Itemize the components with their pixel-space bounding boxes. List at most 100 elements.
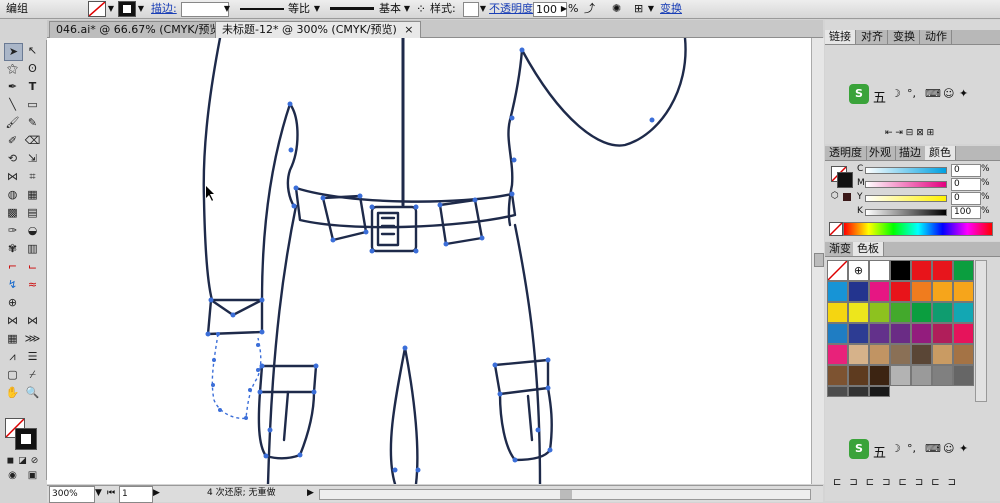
swatch-17[interactable]	[932, 302, 953, 323]
crop-area-tool-icon[interactable]: ▢	[4, 367, 21, 383]
color-none-box[interactable]	[829, 222, 843, 236]
swatch-panel-buttons[interactable]: ⊏⊐⊏⊐⊏⊐⊏⊐	[833, 477, 964, 488]
gradient-tool-icon[interactable]: ▤	[24, 205, 41, 221]
swatch-19[interactable]	[827, 323, 848, 344]
free-transform-tool-icon[interactable]: ⌗	[24, 169, 41, 185]
wrinkle-tool-icon[interactable]: ☰	[24, 349, 41, 365]
zoom-field[interactable]: 300%	[49, 486, 95, 503]
tab-links[interactable]: 链接	[825, 30, 856, 44]
channel-m-slider[interactable]	[865, 181, 947, 188]
channel-y-value[interactable]: 0	[951, 192, 981, 205]
gamut-swatch[interactable]	[843, 193, 851, 201]
swatch-registration[interactable]: ⊕	[848, 260, 869, 281]
screen-mode-icon[interactable]: ▣	[24, 468, 41, 484]
swatch-5[interactable]	[827, 281, 848, 302]
slice-tool-icon[interactable]: ⌙	[24, 259, 41, 275]
swatch-11[interactable]	[953, 281, 974, 302]
fill-dropdown-arrow[interactable]: ▼	[106, 0, 116, 18]
hand-icon[interactable]: ✋	[4, 385, 21, 401]
swatch-25[interactable]	[953, 323, 974, 344]
eyedropper-tool-icon[interactable]: ✑	[4, 223, 21, 239]
perspective-grid-tool-icon[interactable]: ▦	[24, 187, 41, 203]
sogou-s-icon[interactable]: S	[849, 84, 869, 104]
blob-brush-tool-icon[interactable]: ✐	[4, 133, 21, 149]
mesh-tool-icon[interactable]: ▩	[4, 205, 21, 221]
swatch-35[interactable]	[869, 365, 890, 386]
style-grid-icon[interactable]: ⁘	[416, 0, 426, 18]
pen-tool-icon[interactable]: ✒	[4, 79, 21, 95]
transform-link[interactable]: 变换	[660, 0, 682, 18]
swatch-6[interactable]	[848, 281, 869, 302]
type-tool-icon[interactable]: T	[24, 79, 41, 95]
h-scroll-thumb[interactable]	[560, 490, 572, 499]
swatch-3[interactable]	[932, 260, 953, 281]
stroke-swatch[interactable]	[118, 1, 136, 17]
lasso-tool-icon[interactable]: ʘ	[24, 61, 41, 77]
swatch-20[interactable]	[848, 323, 869, 344]
stroke-label[interactable]: 描边:	[151, 0, 177, 18]
color-spectrum-bar[interactable]	[843, 222, 993, 236]
channel-y-slider[interactable]	[865, 195, 947, 202]
draw-normal-icon[interactable]: ◉	[4, 468, 21, 484]
artboard-canvas[interactable]	[47, 38, 811, 484]
stroke-color-box[interactable]	[15, 428, 37, 450]
tab-transparency[interactable]: 透明度	[825, 146, 867, 160]
swatch-41[interactable]	[848, 386, 869, 397]
tab-swatches[interactable]: 色板	[853, 242, 884, 256]
swatch-34[interactable]	[848, 365, 869, 386]
first-page-icon[interactable]: ⏮	[107, 486, 115, 501]
ime-mode-char[interactable]: 五	[873, 442, 886, 461]
punctuation-icon[interactable]: °,	[907, 87, 916, 100]
punctuation-icon[interactable]: °,	[907, 442, 916, 455]
twirl-tool-icon[interactable]: ⋈	[24, 313, 41, 329]
swatch-33[interactable]	[827, 365, 848, 386]
selection-tool-icon[interactable]: ➤	[4, 43, 23, 61]
swatch-16[interactable]	[911, 302, 932, 323]
stroke-profile-label[interactable]: 等比	[288, 0, 310, 18]
swatch-18[interactable]	[953, 302, 974, 323]
swatch-24[interactable]	[932, 323, 953, 344]
style-swatch[interactable]	[463, 2, 479, 17]
swatch-42[interactable]	[869, 386, 890, 397]
ime-mode-char[interactable]: 五	[873, 87, 886, 106]
tab-align[interactable]: 对齐	[857, 30, 888, 44]
column-graph-tool-icon[interactable]: ▥	[24, 241, 41, 257]
bloat-tool-icon[interactable]: ⋙	[24, 331, 41, 347]
magic-wand-tool-icon[interactable]: ⚝	[4, 61, 21, 77]
swatch-22[interactable]	[890, 323, 911, 344]
artboard-tool-icon[interactable]: ⌐	[4, 259, 21, 275]
skin-icon[interactable]: ☺	[943, 87, 954, 100]
style-arrow[interactable]: ▼	[478, 0, 488, 18]
swatch-38[interactable]	[932, 365, 953, 386]
horizontal-scrollbar[interactable]	[319, 489, 811, 500]
rectangle-tool-icon[interactable]: ▭	[24, 97, 41, 113]
rotate-tool-icon[interactable]: ⟲	[4, 151, 21, 167]
swatch-36[interactable]	[890, 365, 911, 386]
eraser-tool-icon[interactable]: ⌫	[24, 133, 41, 149]
scroll-thumb[interactable]	[814, 253, 824, 267]
swatch-31[interactable]	[932, 344, 953, 365]
sogou-s-icon[interactable]: S	[849, 439, 869, 459]
zoom-tool-icon[interactable]: ≈	[24, 277, 41, 293]
moon-icon[interactable]: ☽	[891, 442, 901, 455]
settings-icon[interactable]: ✦	[959, 87, 968, 100]
stroke-weight-arrow[interactable]: ▼	[222, 0, 232, 18]
gear-icon[interactable]: ✺	[612, 0, 621, 18]
stroke-dropdown-arrow[interactable]: ▼	[136, 0, 146, 18]
vertical-scrollbar[interactable]	[811, 38, 824, 484]
swatch-scrollbar[interactable]	[975, 260, 987, 402]
swatch-10[interactable]	[932, 281, 953, 302]
tab-actions[interactable]: 动作	[921, 30, 952, 44]
swatch-7[interactable]	[869, 281, 890, 302]
tab-appearance[interactable]: 外观	[865, 146, 896, 160]
none-mode-icon[interactable]: ⊘	[26, 453, 43, 469]
swatch-30[interactable]	[911, 344, 932, 365]
blend-tool-icon[interactable]: ◒	[24, 223, 41, 239]
swatch-12[interactable]	[827, 302, 848, 323]
keyboard-icon[interactable]: ⌨	[925, 442, 941, 455]
zoom-dropdown-arrow[interactable]: ▼	[95, 486, 102, 501]
channel-k-value[interactable]: 100	[951, 206, 981, 219]
swatch-2[interactable]	[911, 260, 932, 281]
fill-swatch[interactable]	[88, 1, 106, 17]
swatch-23[interactable]	[911, 323, 932, 344]
